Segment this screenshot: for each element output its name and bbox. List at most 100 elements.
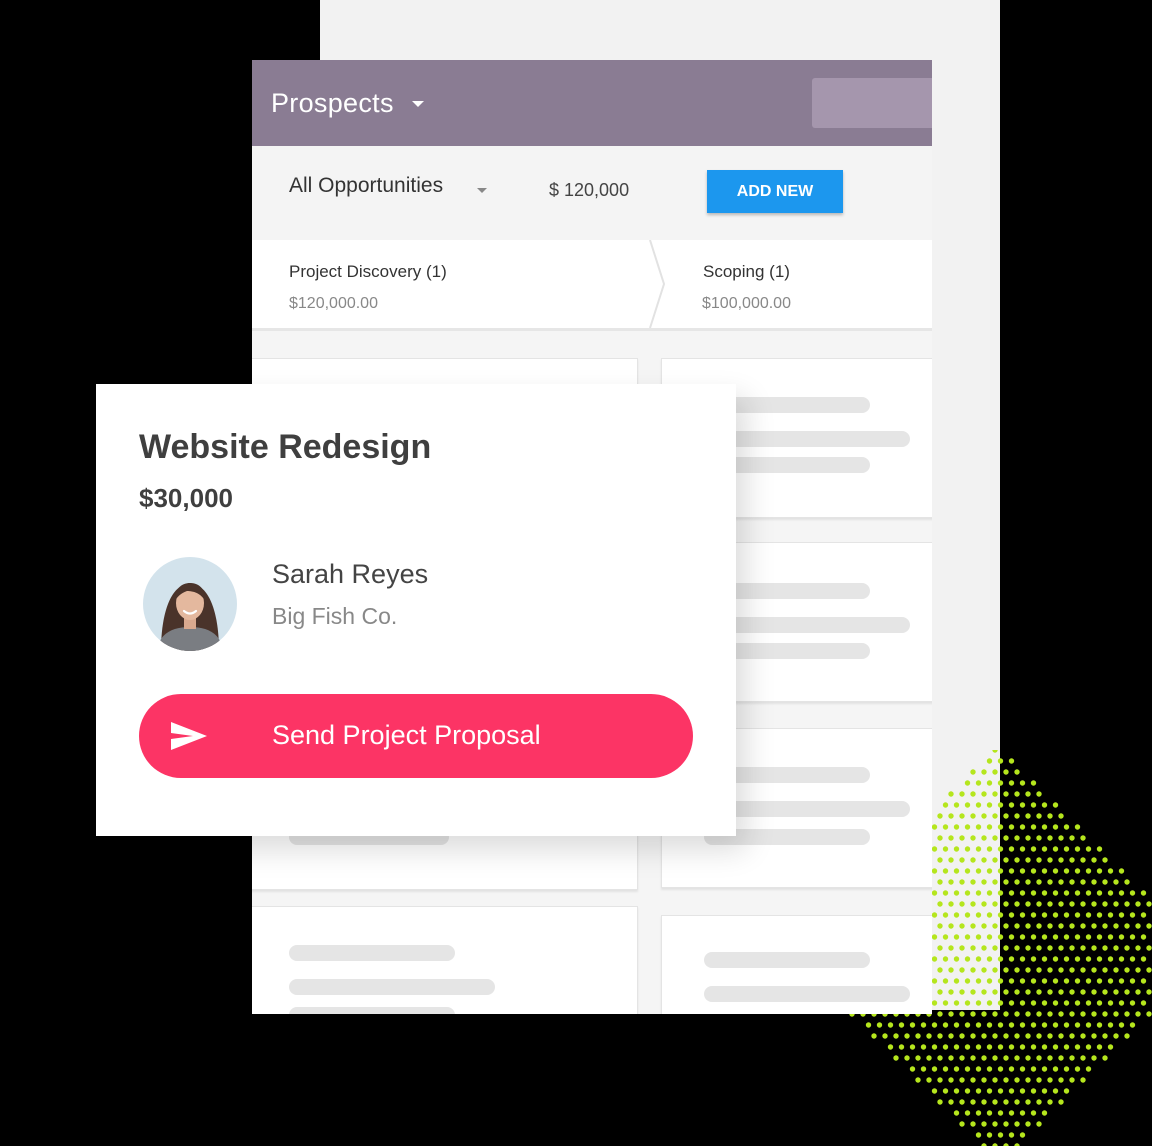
- decorative-dot: [997, 780, 1004, 786]
- decorative-dot: [909, 1066, 916, 1072]
- decorative-dot: [953, 956, 960, 962]
- decorative-dot: [959, 967, 965, 973]
- decorative-dot: [1003, 879, 1009, 885]
- decorative-dot: [1102, 923, 1108, 929]
- stage-project-discovery[interactable]: Project Discovery (1) $120,000.00: [252, 240, 652, 328]
- decorative-dot: [909, 1022, 916, 1028]
- decorative-dot: [1030, 934, 1037, 940]
- opportunity-filter[interactable]: All Opportunities: [289, 174, 443, 198]
- decorative-dot: [942, 1066, 949, 1072]
- decorative-dot: [1025, 1077, 1031, 1083]
- decorative-dot: [1063, 912, 1070, 918]
- decorative-dot: [1014, 945, 1020, 951]
- decorative-dot: [1135, 901, 1141, 907]
- decorative-dot: [970, 1077, 976, 1083]
- decorative-dot: [975, 956, 982, 962]
- decorative-dot: [1080, 989, 1086, 995]
- decorative-dot: [937, 945, 943, 951]
- decorative-dot: [1047, 1099, 1053, 1105]
- decorative-dot: [959, 1099, 965, 1105]
- decorative-dot: [1146, 923, 1152, 929]
- decorative-dot: [1019, 868, 1026, 874]
- decorative-dot: [915, 1055, 921, 1061]
- decorative-dot: [871, 1033, 877, 1039]
- decorative-dot: [948, 1011, 954, 1017]
- decorative-dot: [1058, 1099, 1064, 1105]
- decorative-dot: [1096, 934, 1103, 940]
- deal-card[interactable]: Website Redesign $30,000 Sarah Reyes Big…: [96, 384, 736, 836]
- decorative-dot: [953, 978, 960, 984]
- decorative-dot: [1118, 978, 1125, 984]
- decorative-dot: [1118, 956, 1125, 962]
- decorative-dot: [937, 1077, 943, 1083]
- decorative-dot: [1107, 956, 1114, 962]
- decorative-dot: [1074, 1044, 1081, 1050]
- opportunity-card[interactable]: [252, 906, 638, 1014]
- decorative-dot: [1003, 813, 1009, 819]
- search-box[interactable]: [812, 78, 932, 128]
- decorative-dot: [981, 769, 987, 775]
- decorative-dot: [1036, 1077, 1042, 1083]
- decorative-dot: [1058, 967, 1064, 973]
- decorative-dot: [1085, 846, 1092, 852]
- decorative-dot: [1091, 857, 1097, 863]
- stage-scoping[interactable]: Scoping (1) $100,000.00: [672, 240, 932, 328]
- decorative-dot: [931, 1000, 938, 1006]
- decorative-dot: [1036, 835, 1042, 841]
- decorative-dot: [1107, 1044, 1114, 1050]
- send-proposal-button[interactable]: Send Project Proposal: [139, 694, 693, 778]
- decorative-dot: [1019, 978, 1026, 984]
- decorative-dot: [942, 868, 949, 874]
- decorative-dot: [997, 978, 1004, 984]
- decorative-dot: [893, 1055, 899, 1061]
- decorative-dot: [1085, 912, 1092, 918]
- decorative-dot: [981, 923, 987, 929]
- decorative-dot: [898, 1044, 905, 1050]
- decorative-dot: [948, 1055, 954, 1061]
- decorative-dot: [992, 769, 998, 775]
- decorative-dot: [992, 1055, 998, 1061]
- decorative-dot: [1019, 956, 1026, 962]
- decorative-dot: [948, 835, 954, 841]
- decorative-dot: [964, 1044, 971, 1050]
- decorative-dot: [1140, 934, 1147, 940]
- chevron-down-icon[interactable]: [477, 188, 487, 193]
- decorative-dot: [953, 868, 960, 874]
- decorative-dot: [1135, 945, 1141, 951]
- decorative-dot: [1019, 802, 1026, 808]
- opportunity-card[interactable]: [661, 915, 932, 1014]
- decorative-dot: [986, 868, 993, 874]
- decorative-dot: [975, 1044, 982, 1050]
- decorative-dot: [1080, 857, 1086, 863]
- decorative-dot: [986, 1044, 993, 1050]
- decorative-dot: [1003, 1055, 1009, 1061]
- decorative-dot: [1096, 956, 1103, 962]
- decorative-dot: [1124, 989, 1130, 995]
- decorative-dot: [959, 857, 965, 863]
- decorative-dot: [992, 1033, 998, 1039]
- decorative-dot: [904, 1055, 910, 1061]
- decorative-dot: [1003, 1099, 1009, 1105]
- decorative-dot: [1036, 791, 1042, 797]
- page-title[interactable]: Prospects: [271, 88, 394, 119]
- decorative-dot: [1063, 1088, 1070, 1094]
- decorative-dot: [1030, 1110, 1037, 1116]
- decorative-dot: [997, 1044, 1004, 1050]
- decorative-dot: [992, 835, 998, 841]
- decorative-dot: [970, 989, 976, 995]
- decorative-dot: [1058, 835, 1064, 841]
- decorative-dot: [937, 1011, 943, 1017]
- add-new-button[interactable]: ADD NEW: [707, 170, 843, 213]
- decorative-dot: [926, 1055, 932, 1061]
- decorative-dot: [981, 945, 987, 951]
- decorative-dot: [1003, 835, 1009, 841]
- chevron-down-icon[interactable]: [411, 101, 424, 107]
- decorative-dot: [948, 1077, 954, 1083]
- decorative-dot: [992, 901, 998, 907]
- decorative-dot: [1003, 769, 1009, 775]
- decorative-dot: [1052, 912, 1059, 918]
- stage-amount: $100,000.00: [702, 295, 791, 312]
- decorative-dot: [1080, 879, 1086, 885]
- decorative-dot: [1041, 868, 1048, 874]
- decorative-dot: [970, 901, 976, 907]
